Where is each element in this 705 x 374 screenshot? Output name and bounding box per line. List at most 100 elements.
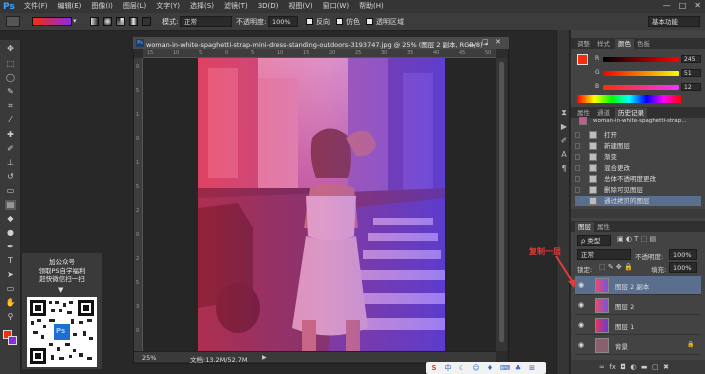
- diamond-gradient-icon[interactable]: [142, 17, 151, 26]
- history-item[interactable]: 总体不透明度更改: [575, 174, 701, 184]
- tab-swatches[interactable]: 色板: [637, 39, 650, 49]
- history-item[interactable]: 渐变: [575, 152, 701, 162]
- tab-layers[interactable]: 图层: [575, 222, 594, 232]
- gradient-picker[interactable]: [32, 17, 72, 26]
- hand-tool-icon[interactable]: ✋: [5, 298, 16, 308]
- sogou-logo-icon[interactable]: S: [430, 364, 438, 372]
- new-layer-icon[interactable]: ▢: [652, 363, 659, 371]
- menu-edit[interactable]: 编辑(E): [53, 0, 87, 13]
- microphone-icon[interactable]: ♦: [486, 364, 494, 372]
- layer-row[interactable]: ◉ 图层 1: [575, 316, 701, 335]
- gradient-dropdown-icon[interactable]: ▾: [73, 17, 77, 25]
- menu-file[interactable]: 文件(F): [19, 0, 53, 13]
- tab-color[interactable]: 颜色: [615, 39, 634, 49]
- link-layers-icon[interactable]: ∞: [599, 363, 605, 371]
- history-checkbox[interactable]: [575, 165, 580, 171]
- blend-mode-select[interactable]: 正常: [577, 249, 631, 260]
- background-color-swatch[interactable]: [8, 336, 17, 345]
- lasso-tool-icon[interactable]: ◯: [5, 73, 16, 83]
- grid-menu-icon[interactable]: ⊞: [528, 364, 536, 372]
- menu-3d[interactable]: 3D(D): [253, 0, 284, 13]
- color-fg-swatch[interactable]: [577, 54, 588, 65]
- mask-icon[interactable]: ◘: [620, 363, 626, 371]
- menu-type[interactable]: 文字(Y): [151, 0, 185, 13]
- character-panel-icon[interactable]: A: [559, 150, 569, 160]
- opacity-input[interactable]: 100%: [268, 16, 298, 27]
- stamp-tool-icon[interactable]: ⊥: [5, 158, 16, 168]
- workspace-select[interactable]: 基本功能: [648, 16, 700, 27]
- dither-checkbox[interactable]: [336, 18, 343, 25]
- history-item-active[interactable]: 通过拷贝的图层: [575, 196, 701, 206]
- fill-input[interactable]: 100%: [669, 262, 697, 273]
- fx-icon[interactable]: fx: [609, 363, 616, 371]
- doc-minimize-icon[interactable]: ▁: [469, 38, 474, 46]
- chinese-input-icon[interactable]: 中: [444, 364, 452, 372]
- eye-icon[interactable]: ◉: [578, 301, 584, 309]
- healing-tool-icon[interactable]: ✚: [5, 130, 16, 140]
- tab-adjustments[interactable]: 调整: [577, 39, 590, 49]
- dodge-tool-icon[interactable]: ●: [5, 228, 16, 238]
- keyboard-icon[interactable]: ⌨: [500, 364, 510, 372]
- color-spectrum[interactable]: [577, 95, 681, 103]
- tab-styles[interactable]: 样式: [597, 39, 610, 49]
- menu-filter[interactable]: 滤镜(T): [219, 0, 253, 13]
- history-item[interactable]: 新建图层: [575, 141, 701, 151]
- menu-view[interactable]: 视图(V): [283, 0, 317, 13]
- mode-select[interactable]: 正常: [180, 16, 232, 27]
- eye-icon[interactable]: ◉: [578, 321, 584, 329]
- zoom-tool-icon[interactable]: ⚲: [5, 312, 16, 322]
- layer-row[interactable]: ◉ 背景 🔒: [575, 336, 701, 355]
- r-slider[interactable]: [603, 57, 679, 62]
- move-tool-icon[interactable]: ✥: [5, 44, 16, 54]
- layer-row[interactable]: ◉ 图层 2: [575, 296, 701, 315]
- photo-canvas[interactable]: [198, 58, 445, 351]
- history-snapshot[interactable]: woman-in-white-spaghetti-strap...: [575, 116, 701, 126]
- document-tab[interactable]: Ps woman-in-white-spaghetti-strap-mini-d…: [133, 37, 509, 49]
- menu-image[interactable]: 图像(I): [86, 0, 118, 13]
- path-select-tool-icon[interactable]: ➤: [5, 270, 16, 280]
- emoji-icon[interactable]: ☺: [472, 364, 480, 372]
- adjustment-icon[interactable]: ◐: [630, 363, 636, 371]
- gradient-tool-icon[interactable]: [6, 16, 20, 27]
- history-checkbox[interactable]: [575, 154, 580, 160]
- paragraph-panel-icon[interactable]: ¶: [559, 164, 569, 174]
- doc-restore-icon[interactable]: □: [482, 38, 489, 46]
- history-panel-icon[interactable]: ⧗: [559, 108, 569, 118]
- layer-kind-filter[interactable]: ρ 类型: [577, 235, 611, 246]
- quick-select-tool-icon[interactable]: ✎: [5, 87, 16, 97]
- minimize-button[interactable]: —: [663, 1, 671, 10]
- history-item[interactable]: 删除可见图层: [575, 185, 701, 195]
- moon-icon[interactable]: ☾: [458, 364, 466, 372]
- maximize-button[interactable]: □: [679, 1, 687, 10]
- history-item[interactable]: 混合更改: [575, 163, 701, 173]
- type-tool-icon[interactable]: T: [5, 256, 16, 266]
- reverse-checkbox[interactable]: [306, 18, 313, 25]
- eye-icon[interactable]: ◉: [578, 341, 584, 349]
- eraser-tool-icon[interactable]: ▭: [5, 186, 16, 196]
- history-item[interactable]: 打开: [575, 130, 701, 140]
- skin-icon[interactable]: ♣: [514, 364, 522, 372]
- menu-select[interactable]: 选择(S): [185, 0, 219, 13]
- b-value[interactable]: 12: [681, 83, 701, 91]
- tab-layer-properties[interactable]: 属性: [597, 222, 610, 232]
- history-checkbox[interactable]: [575, 187, 580, 193]
- gradient-tool-icon-tb[interactable]: ▤: [5, 200, 16, 210]
- menu-layer[interactable]: 图层(L): [118, 0, 151, 13]
- menu-help[interactable]: 帮助(H): [354, 0, 389, 13]
- history-checkbox[interactable]: [575, 143, 580, 149]
- radial-gradient-icon[interactable]: [103, 17, 112, 26]
- folder-icon[interactable]: ▬: [641, 363, 648, 371]
- transparency-checkbox[interactable]: [366, 18, 373, 25]
- layer-row-active[interactable]: ◉ 图层 2 副本: [575, 276, 701, 295]
- zoom-level[interactable]: 25%: [142, 354, 156, 362]
- history-checkbox[interactable]: [575, 198, 580, 204]
- linear-gradient-icon[interactable]: [90, 17, 99, 26]
- doc-close-icon[interactable]: ✕: [495, 38, 501, 46]
- close-button[interactable]: ✕: [694, 1, 701, 10]
- trash-icon[interactable]: ✖: [663, 363, 669, 371]
- blur-tool-icon[interactable]: ◆: [5, 214, 16, 224]
- history-brush-tool-icon[interactable]: ↺: [5, 172, 16, 182]
- lock-icons[interactable]: ⬚ ✎ ✥ 🔒: [599, 263, 633, 271]
- menu-window[interactable]: 窗口(W): [318, 0, 354, 13]
- shape-tool-icon[interactable]: ▭: [5, 284, 16, 294]
